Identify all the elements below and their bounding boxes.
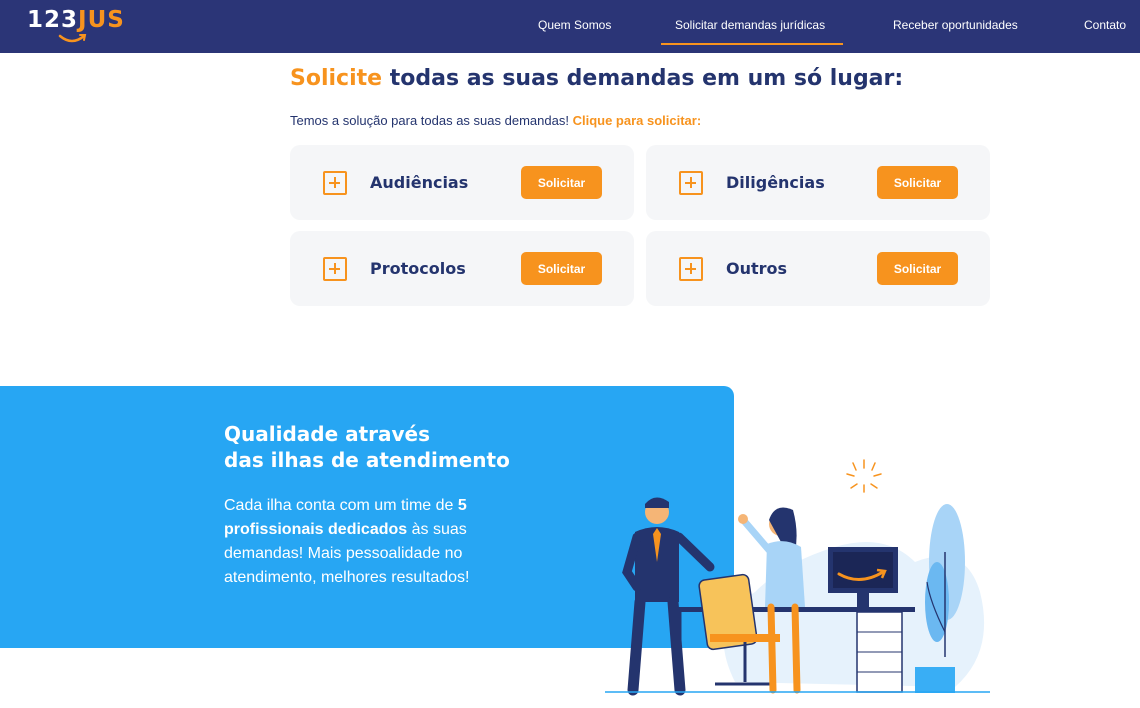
demand-card-label: Diligências: [726, 173, 825, 192]
logo-smile-icon: [58, 34, 87, 43]
demand-card-label: Outros: [726, 259, 788, 278]
subtitle-cta: Clique para solicitar:: [572, 113, 702, 128]
solicitar-outros-button[interactable]: Solicitar: [877, 252, 958, 285]
nav-quem-somos[interactable]: Quem Somos: [538, 18, 611, 32]
nav-solicitar-demandas[interactable]: Solicitar demandas jurídicas: [675, 18, 825, 32]
headline-rest: todas as suas demandas em um só lugar:: [389, 66, 904, 91]
top-navigation-bar: 123JUS Quem Somos Solicitar demandas jur…: [0, 0, 1140, 53]
nav-receber-oportunidades[interactable]: Receber oportunidades: [893, 18, 1018, 32]
demand-card-outros: Outros Solicitar: [646, 231, 990, 306]
logo-number: 123: [27, 7, 79, 33]
quality-title: Qualidade através das ilhas de atendimen…: [224, 421, 510, 473]
office-team-illustration: [605, 459, 990, 696]
plus-square-icon: [323, 257, 347, 281]
active-nav-indicator: [661, 43, 843, 45]
demand-card-diligencias: Diligências Solicitar: [646, 145, 990, 220]
plus-square-icon: [679, 171, 703, 195]
subtitle-text: Temos a solução para todas as suas deman…: [290, 113, 569, 128]
quality-title-line2: das ilhas de atendimento: [224, 448, 510, 472]
demands-subtitle: Temos a solução para todas as suas deman…: [290, 113, 701, 128]
logo-word: JUS: [78, 7, 125, 33]
plus-square-icon: [323, 171, 347, 195]
quality-body-part1: Cada ilha conta com um time de: [224, 497, 454, 514]
demand-card-label: Protocolos: [370, 259, 466, 278]
quality-body: Cada ilha conta com um time de 5 profiss…: [224, 494, 524, 590]
logo[interactable]: 123JUS: [27, 7, 137, 45]
headline-accent: Solicite: [290, 66, 383, 91]
solicitar-diligencias-button[interactable]: Solicitar: [877, 166, 958, 199]
demands-headline: Solicite todas as suas demandas em um só…: [290, 66, 903, 91]
quality-title-line1: Qualidade através: [224, 422, 431, 446]
logo-text: 123JUS: [27, 7, 125, 33]
plus-square-icon: [679, 257, 703, 281]
solicitar-protocolos-button[interactable]: Solicitar: [521, 252, 602, 285]
demand-card-audiencias: Audiências Solicitar: [290, 145, 634, 220]
nav-contato[interactable]: Contato: [1084, 18, 1126, 32]
demand-card-label: Audiências: [370, 173, 469, 192]
demand-card-protocolos: Protocolos Solicitar: [290, 231, 634, 306]
solicitar-audiencias-button[interactable]: Solicitar: [521, 166, 602, 199]
